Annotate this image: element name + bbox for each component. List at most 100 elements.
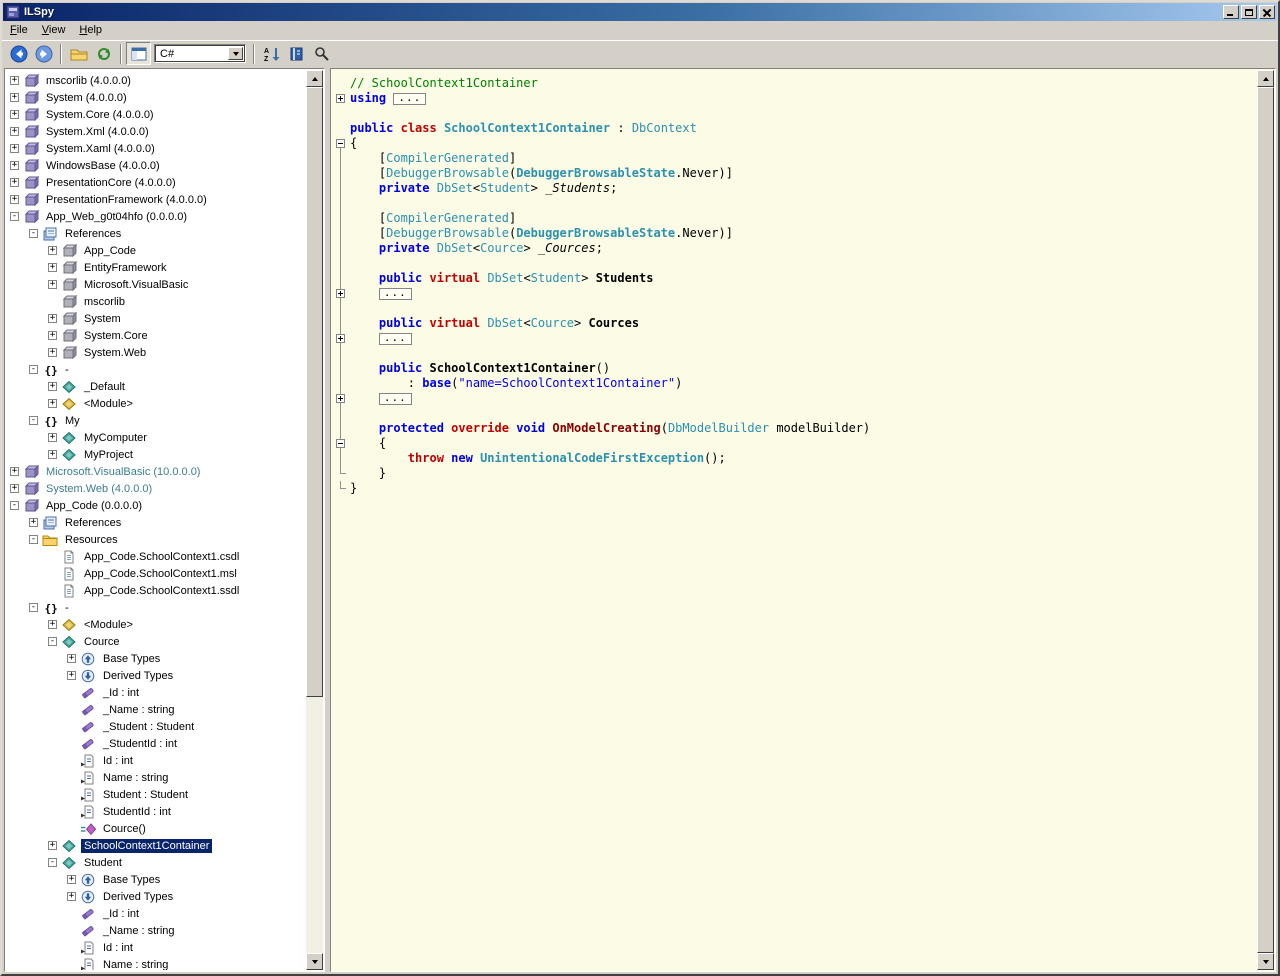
tree-item[interactable]: + Derived Types [6,667,306,684]
tree-item[interactable]: _Id : int [6,684,306,701]
tree-item[interactable]: + MyProject [6,446,306,463]
menu-item-help[interactable]: Help [72,22,109,39]
expand-icon[interactable]: + [10,161,19,170]
scroll-down-button[interactable] [1257,953,1274,970]
tree-item[interactable]: Student : Student [6,786,306,803]
tree-item[interactable]: Name : string [6,956,306,970]
tree-item[interactable]: Id : int [6,752,306,769]
expand-icon[interactable]: + [29,518,38,527]
expand-icon[interactable]: + [10,467,19,476]
expand-icon[interactable]: + [48,246,57,255]
tree-item[interactable]: + References [6,514,306,531]
expand-icon[interactable]: + [10,76,19,85]
tree-item[interactable]: Cource() [6,820,306,837]
expand-icon[interactable]: + [48,399,57,408]
tree-item[interactable]: - App_Code (0.0.0.0) [6,497,306,514]
tree-item[interactable]: - References [6,225,306,242]
expand-icon[interactable]: + [67,671,76,680]
tree-item[interactable]: + Derived Types [6,888,306,905]
fold-expand-icon[interactable] [332,91,350,106]
tree-item[interactable]: _Name : string [6,922,306,939]
fold-collapse-icon[interactable] [332,436,350,451]
expand-icon[interactable]: + [67,654,76,663]
tree-item[interactable]: + WindowsBase (4.0.0.0) [6,157,306,174]
tree-item[interactable]: + MyComputer [6,429,306,446]
scroll-up-button[interactable] [1257,70,1274,87]
sort-az-button[interactable]: AZ [259,42,284,65]
tree-item[interactable]: _Id : int [6,905,306,922]
tree-item[interactable]: + System.Web (4.0.0.0) [6,480,306,497]
expand-icon[interactable]: + [10,110,19,119]
tree-scrollbar-thumb[interactable] [306,87,323,697]
tree-item[interactable]: _Name : string [6,701,306,718]
tree-item[interactable]: App_Code.SchoolContext1.ssdl [6,582,306,599]
collapse-icon[interactable]: - [29,603,38,612]
tree-item[interactable]: + PresentationFramework (4.0.0.0) [6,191,306,208]
collapsed-region-box[interactable]: ... [393,92,427,105]
tree-item[interactable]: Id : int [6,939,306,956]
tree-item[interactable]: + System.Web [6,344,306,361]
tree-item[interactable]: _Student : Student [6,718,306,735]
tree-item[interactable]: _StudentId : int [6,735,306,752]
tree-item[interactable]: - Cource [6,633,306,650]
fold-expand-icon[interactable] [332,391,350,406]
tree-item[interactable]: + SchoolContext1Container [6,837,306,854]
collapsed-region-box[interactable]: ... [378,332,412,345]
search-button[interactable] [309,42,334,65]
tree-item[interactable]: + Microsoft.VisualBasic (10.0.0.0) [6,463,306,480]
collapse-icon[interactable]: - [29,416,38,425]
tree-item[interactable]: mscorlib [6,293,306,310]
fold-expand-icon[interactable] [332,286,350,301]
expand-icon[interactable]: + [48,331,57,340]
decompiled-code[interactable]: // SchoolContext1Container using ... publi… [332,70,1257,970]
expand-icon[interactable]: + [48,841,57,850]
nav-forward-button[interactable] [31,42,56,65]
tree-item[interactable]: -{} - [6,361,306,378]
fold-collapse-icon[interactable] [332,136,350,151]
code-scrollbar[interactable] [1257,70,1274,970]
tree-item[interactable]: + Base Types [6,650,306,667]
expand-icon[interactable]: + [10,178,19,187]
collapse-icon[interactable]: - [10,501,19,510]
collapse-icon[interactable]: - [10,212,19,221]
tree-item[interactable]: + Microsoft.VisualBasic [6,276,306,293]
tree-item[interactable]: - App_Web_g0t04hfo (0.0.0.0) [6,208,306,225]
tree-item[interactable]: + System.Xml (4.0.0.0) [6,123,306,140]
tree-item[interactable]: + _Default [6,378,306,395]
tree-item[interactable]: - Resources [6,531,306,548]
tree-item[interactable]: -{} My [6,412,306,429]
tree-item[interactable]: Name : string [6,769,306,786]
expand-icon[interactable]: + [48,280,57,289]
tree-item[interactable]: + System.Core (4.0.0.0) [6,106,306,123]
tree-item[interactable]: + <Module> [6,395,306,412]
refresh-button[interactable] [91,42,116,65]
maximize-button[interactable] [1241,5,1257,19]
tree-item[interactable]: App_Code.SchoolContext1.msl [6,565,306,582]
menu-item-file[interactable]: File [3,22,35,39]
expand-icon[interactable]: + [10,127,19,136]
title-bar[interactable]: ILSpy [3,3,1277,21]
tree-item[interactable]: StudentId : int [6,803,306,820]
tree-item[interactable]: + System (4.0.0.0) [6,89,306,106]
expand-icon[interactable]: + [48,382,57,391]
expand-icon[interactable]: + [10,484,19,493]
collapse-icon[interactable]: - [29,365,38,374]
tree-item[interactable]: + <Module> [6,616,306,633]
expand-icon[interactable]: + [48,348,57,357]
view-panel-button[interactable] [126,42,151,65]
chevron-down-icon[interactable] [228,47,243,60]
tree-item[interactable]: + mscorlib (4.0.0.0) [6,72,306,89]
collapsed-region-box[interactable]: ... [378,287,412,300]
tree-item[interactable]: + EntityFramework [6,259,306,276]
tree-item[interactable]: App_Code.SchoolContext1.csdl [6,548,306,565]
tree-item[interactable]: + System.Xaml (4.0.0.0) [6,140,306,157]
tree-item[interactable]: + PresentationCore (4.0.0.0) [6,174,306,191]
expand-icon[interactable]: + [48,433,57,442]
collapse-icon[interactable]: - [29,535,38,544]
collapsed-region-box[interactable]: ... [378,392,412,405]
collapse-icon[interactable]: - [48,637,57,646]
tree-item[interactable]: -{} - [6,599,306,616]
expand-icon[interactable]: + [67,892,76,901]
expand-icon[interactable]: + [10,195,19,204]
tree-item[interactable]: + App_Code [6,242,306,259]
